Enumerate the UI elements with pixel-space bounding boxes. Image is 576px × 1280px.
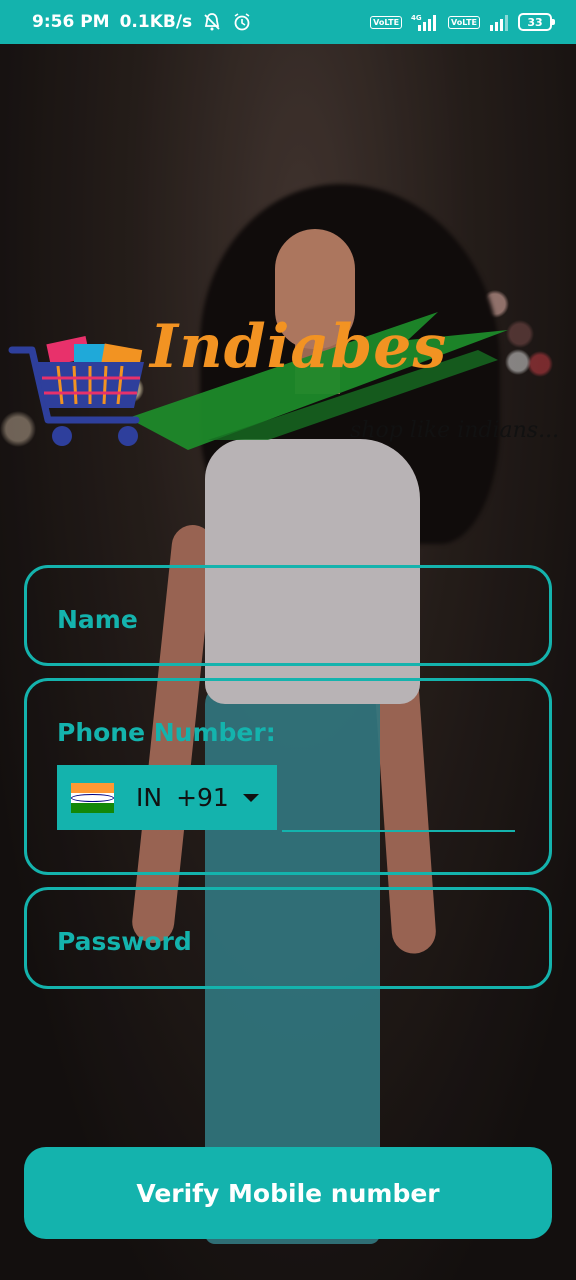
verify-mobile-button[interactable]: Verify Mobile number <box>24 1147 552 1239</box>
phone-field: Phone Number: IN +91 <box>24 678 552 875</box>
india-flag-icon <box>71 782 114 813</box>
battery-icon: 33 <box>518 13 555 31</box>
volte-icon-2: VoLTE <box>448 15 480 29</box>
bell-off-icon <box>202 12 222 32</box>
status-bar: 9:56 PM 0.1KB/s VoLTE 4G VoLTE 33 <box>0 0 576 44</box>
phone-input-underline <box>282 830 515 832</box>
password-field[interactable]: Password <box>24 887 552 989</box>
phone-field-label: Phone Number: <box>57 718 276 747</box>
alarm-clock-icon <box>232 12 252 32</box>
logo-brand-name: Indiabes <box>150 312 448 382</box>
status-time: 9:56 PM <box>32 12 110 32</box>
country-dial-code: +91 <box>176 783 229 812</box>
phone-number-input[interactable] <box>289 781 513 823</box>
country-iso: IN <box>136 783 163 812</box>
country-code-picker[interactable]: IN +91 <box>57 765 277 830</box>
dropdown-arrow-icon <box>242 793 259 802</box>
signal-icon <box>488 13 510 31</box>
password-field-label: Password <box>57 927 192 956</box>
name-field-label: Name <box>57 605 138 634</box>
volte-icon: VoLTE <box>370 15 403 29</box>
battery-level: 33 <box>527 15 543 29</box>
svg-text:4G: 4G <box>411 14 422 22</box>
signal-4g-icon: 4G <box>410 13 440 31</box>
status-speed: 0.1KB/s <box>119 12 193 32</box>
name-field[interactable]: Name <box>24 565 552 666</box>
logo-tagline: shop like indians... <box>350 418 560 443</box>
